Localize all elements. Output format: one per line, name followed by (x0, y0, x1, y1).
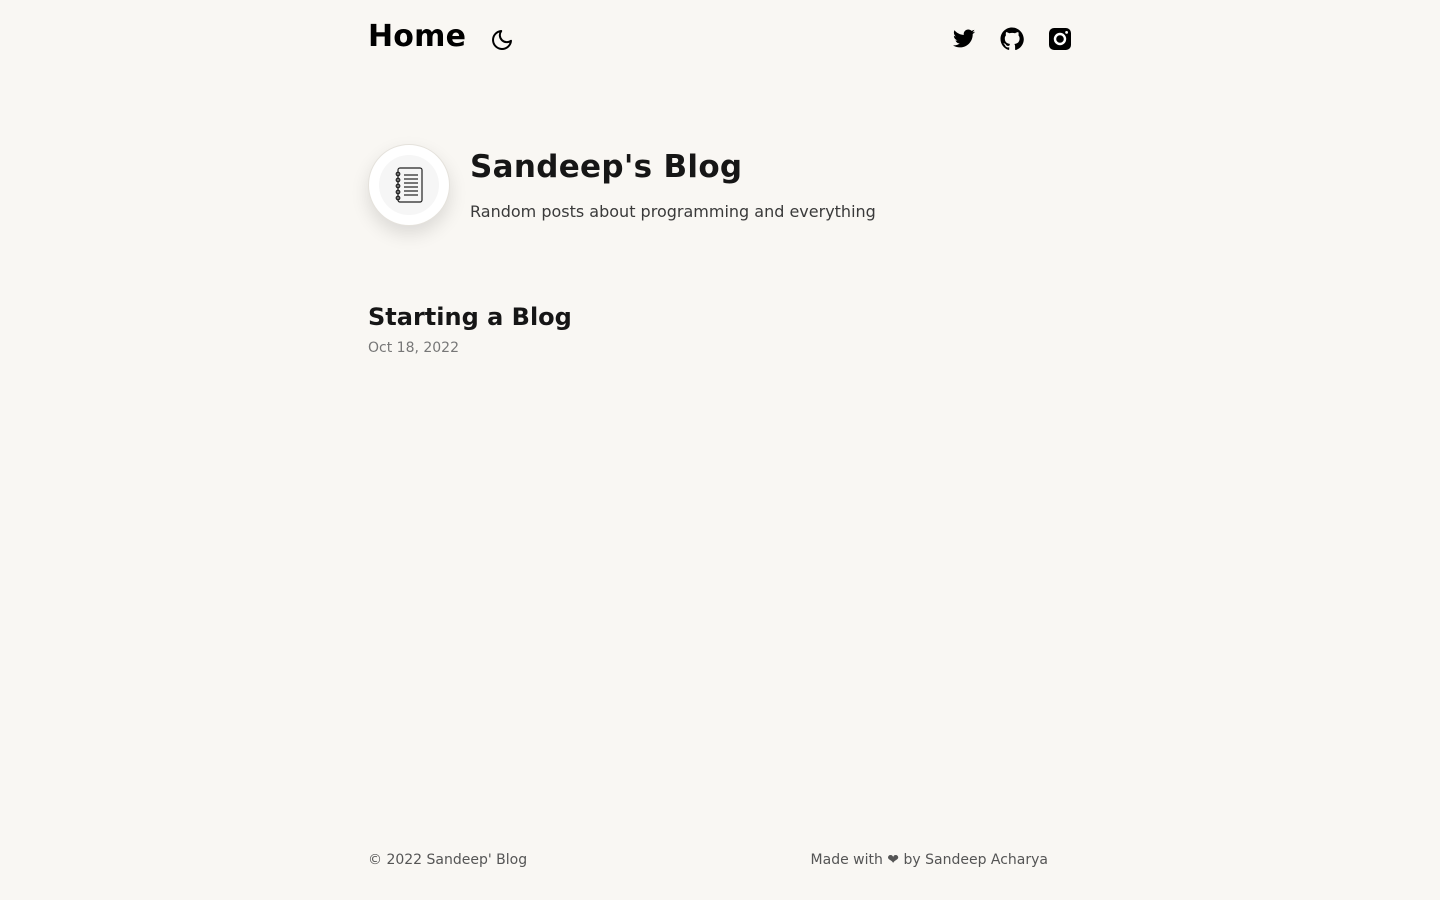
post-title-link[interactable]: Starting a Blog (368, 300, 1072, 334)
avatar-inner (379, 155, 439, 215)
post-date: Oct 18, 2022 (368, 340, 459, 356)
home-link[interactable]: Home (368, 18, 466, 56)
instagram-link[interactable] (1048, 26, 1072, 52)
avatar (368, 144, 450, 226)
footer-copyright: © 2022 Sandeep' Blog (368, 852, 528, 868)
social-links (952, 26, 1072, 52)
post-item: Starting a Blog Oct 18, 2022 (368, 300, 1072, 357)
github-link[interactable] (1000, 26, 1024, 52)
blog-title: Sandeep's Blog (470, 149, 743, 185)
instagram-icon (1049, 28, 1071, 50)
site-header: Home (368, 0, 1072, 78)
footer-made-with: Made with ❤ by Sandeep Acharya (810, 852, 1048, 868)
post-list: Starting a Blog Oct 18, 2022 (368, 300, 1072, 357)
twitter-link[interactable] (952, 26, 976, 52)
blog-description: Random posts about programming and every… (470, 202, 876, 221)
bio-section: Sandeep's Blog Random posts about progra… (368, 144, 1072, 234)
notebook-icon (395, 167, 423, 203)
site-footer: © 2022 Sandeep' Blog Made with ❤ by Sand… (368, 850, 1048, 870)
twitter-icon (953, 29, 975, 48)
github-icon (1000, 27, 1024, 51)
page: Home Sandeep's Blog Random posts about p… (0, 0, 1440, 900)
moon-icon (492, 30, 512, 50)
theme-toggle-button[interactable] (488, 26, 516, 54)
